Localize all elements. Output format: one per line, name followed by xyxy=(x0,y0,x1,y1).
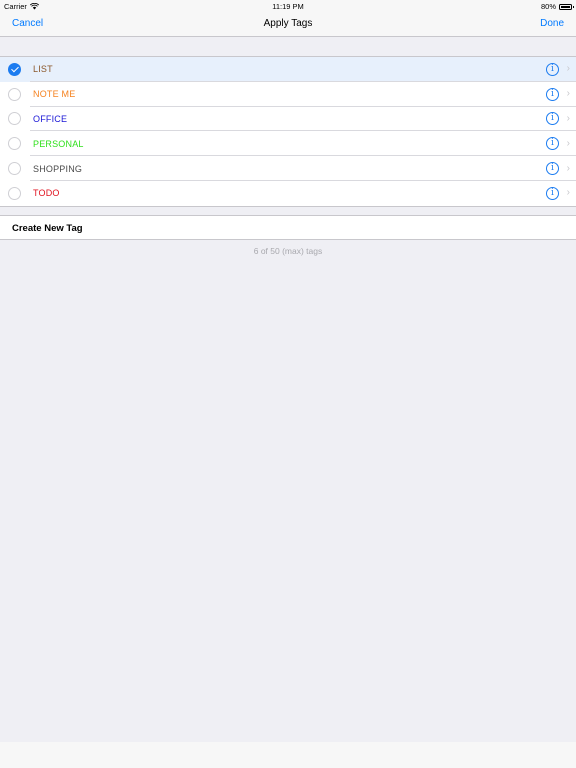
tag-list: LIST i › NOTE ME i › OFFICE i › PERSONAL… xyxy=(0,56,576,207)
create-tag-group: Create New Tag xyxy=(0,215,576,240)
battery-icon xyxy=(559,3,574,10)
tag-label: LIST xyxy=(33,64,53,75)
checkmark-icon[interactable] xyxy=(8,112,21,126)
checkmark-icon[interactable] xyxy=(8,87,21,101)
tag-label: PERSONAL xyxy=(33,138,84,149)
info-icon[interactable]: i xyxy=(546,62,559,76)
info-icon[interactable]: i xyxy=(546,137,559,151)
tag-row-note-me[interactable]: NOTE ME i › xyxy=(0,81,576,107)
checkmark-icon[interactable] xyxy=(8,62,21,76)
battery-percent: 80% xyxy=(540,2,556,11)
done-button[interactable]: Done xyxy=(540,18,564,29)
create-new-tag-button[interactable]: Create New Tag xyxy=(12,223,83,234)
chevron-right-icon: › xyxy=(566,63,570,75)
page-title: Apply Tags xyxy=(263,18,313,29)
chevron-right-icon: › xyxy=(566,137,570,149)
bottom-toolbar xyxy=(0,742,576,768)
tag-row-office[interactable]: OFFICE i › xyxy=(0,106,576,132)
checkmark-icon[interactable] xyxy=(8,137,21,151)
chevron-right-icon: › xyxy=(566,112,570,124)
clock: 11:19 PM xyxy=(272,2,304,11)
tag-label: TODO xyxy=(33,188,60,199)
checkmark-icon[interactable] xyxy=(8,162,21,176)
info-icon[interactable]: i xyxy=(546,186,559,200)
status-bar: Carrier 11:19 PM 80% xyxy=(0,0,576,12)
tag-count-note: 6 of 50 (max) tags xyxy=(253,246,323,256)
info-icon[interactable]: i xyxy=(546,87,559,101)
battery-area: 80% xyxy=(540,2,574,11)
tag-row-shopping[interactable]: SHOPPING i › xyxy=(0,156,576,181)
chevron-right-icon: › xyxy=(566,162,570,174)
navigation-bar: Cancel Apply Tags Done xyxy=(0,12,576,37)
checkmark-icon[interactable] xyxy=(8,186,21,200)
info-icon[interactable]: i xyxy=(546,162,559,176)
tag-row-todo[interactable]: TODO i › xyxy=(0,180,576,206)
info-icon[interactable]: i xyxy=(546,112,559,126)
tag-label: OFFICE xyxy=(33,113,68,124)
tag-row-list[interactable]: LIST i › xyxy=(0,57,576,82)
tag-row-personal[interactable]: PERSONAL i › xyxy=(0,131,576,157)
chevron-right-icon: › xyxy=(566,187,570,199)
chevron-right-icon: › xyxy=(566,88,570,100)
tag-label: SHOPPING xyxy=(33,163,83,174)
tag-label: NOTE ME xyxy=(33,89,76,100)
